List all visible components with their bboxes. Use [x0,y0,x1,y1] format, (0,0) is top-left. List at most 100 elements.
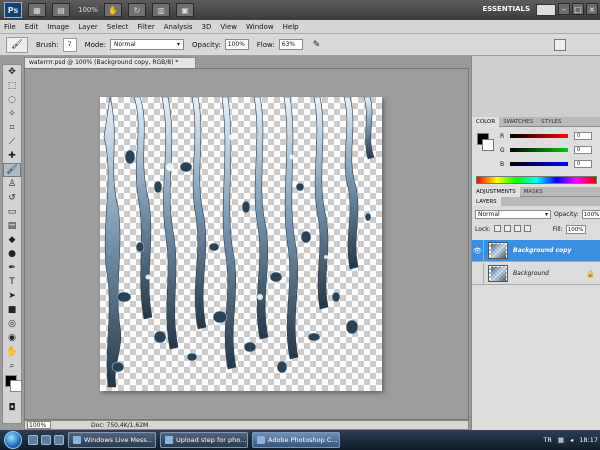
hand-tool-icon[interactable]: ✋ [3,345,21,359]
type-tool-icon[interactable]: T [3,275,21,289]
tab-masks[interactable]: MASKS [520,187,547,197]
background-color-swatch[interactable] [10,380,22,392]
tab-adjustments[interactable]: ADJUSTMENTS [472,186,520,197]
green-value-input[interactable]: 0 [574,146,592,154]
taskbar-button-label: Upload step for pho... [176,436,247,444]
language-indicator[interactable]: TR [543,436,552,444]
brush-panel-toggle[interactable] [554,39,566,51]
opacity-input[interactable]: 100% [224,39,249,50]
tool-preset-picker[interactable]: 🖌 [6,36,28,53]
blue-channel-label: B [500,160,505,168]
menu-edit[interactable]: Edit [25,23,39,31]
show-desktop-icon[interactable] [28,435,38,445]
arrange-documents-icon[interactable]: ▥ [152,3,171,17]
workspace-switcher[interactable]: ESSENTIALS [483,5,531,13]
flow-input[interactable]: 63% [278,39,303,50]
eye-icon[interactable]: 👁 [472,239,484,262]
lock-pixels-icon[interactable] [503,225,511,232]
marquee-tool-icon[interactable]: ⬚ [3,79,21,93]
red-slider[interactable] [510,134,568,138]
dodge-tool-icon[interactable]: ● [3,247,21,261]
menu-filter[interactable]: Filter [137,23,154,31]
menu-analysis[interactable]: Analysis [164,23,193,31]
layer-row-background[interactable]: Background 🔒 [472,262,600,285]
eyedropper-tool-icon[interactable]: ⟋ [3,135,21,149]
history-brush-tool-icon[interactable]: ↺ [3,191,21,205]
mode-select[interactable]: Normal ▾ [110,39,184,50]
hand-icon[interactable]: ✋ [104,3,123,17]
brush-picker[interactable]: 7 [62,37,77,52]
blur-tool-icon[interactable]: ◆ [3,233,21,247]
taskbar-button-messenger[interactable]: Windows Live Mess... [68,432,156,448]
status-zoom-input[interactable]: 100% [27,421,51,429]
taskbar-button-photoshop[interactable]: Adobe Photoshop C... [252,432,340,448]
zoom-tool-icon[interactable]: ⌕ [3,359,21,373]
tab-swatches[interactable]: SWATCHES [499,117,537,127]
blue-slider[interactable] [510,162,568,166]
menu-window[interactable]: Window [246,23,274,31]
layer-row-background-copy[interactable]: 👁 Background copy [472,239,600,262]
menu-layer[interactable]: Layer [78,23,98,31]
rotate-view-icon[interactable]: ↻ [128,3,147,17]
brush-tool-icon[interactable]: 🖌 [3,163,21,177]
tab-layers[interactable]: LAYERS [472,196,501,207]
red-value-input[interactable]: 0 [574,132,592,140]
pen-tool-icon[interactable]: ✒ [3,261,21,275]
color-background-swatch[interactable] [482,139,494,151]
quick-mask-icon[interactable]: ◘ [3,401,21,415]
layer-opacity-input[interactable]: 100% [581,210,600,219]
menu-file[interactable]: File [4,23,16,31]
crop-tool-icon[interactable]: ⌗ [3,121,21,135]
clock[interactable]: 18:17 [579,436,598,444]
zoom-level[interactable]: 100% [78,6,98,14]
view-extras-icon[interactable]: ▤ [52,3,70,17]
color-spectrum[interactable] [476,176,597,184]
move-tool-icon[interactable]: ✥ [3,65,21,79]
green-slider[interactable] [510,148,568,152]
tab-color[interactable]: COLOR [472,116,500,127]
bridge-icon[interactable]: ▦ [28,3,46,17]
menu-select[interactable]: Select [107,23,129,31]
clone-stamp-tool-icon[interactable]: ♙ [3,177,21,191]
screen-mode-icon[interactable]: ▣ [176,3,195,17]
path-select-tool-icon[interactable]: ➤ [3,289,21,303]
visibility-off-icon[interactable] [472,262,484,285]
healing-brush-tool-icon[interactable]: ✚ [3,149,21,163]
toolbox: ✥ ⬚ ◌ ✧ ⌗ ⟋ ✚ 🖌 ♙ ↺ ▭ ▤ ◆ ● ✒ T ➤ ■ ◎ ◉ … [2,64,22,424]
lock-transparent-icon[interactable] [493,225,501,232]
fill-input[interactable]: 100% [565,225,586,234]
maximize-button[interactable]: □ [572,3,584,15]
3d-orbit-tool-icon[interactable]: ◉ [3,331,21,345]
color-swatches [3,373,22,401]
menu-3d[interactable]: 3D [202,23,212,31]
menu-view[interactable]: View [220,23,237,31]
blue-value-input[interactable]: 0 [574,160,592,168]
eraser-tool-icon[interactable]: ▭ [3,205,21,219]
lasso-tool-icon[interactable]: ◌ [3,93,21,107]
start-button[interactable] [4,431,22,449]
airbrush-icon[interactable]: ✎ [313,40,321,50]
document-tab[interactable]: waterrrr.psd @ 100% (Background copy, RG… [24,57,196,68]
lock-all-icon[interactable] [523,225,531,232]
gradient-tool-icon[interactable]: ▤ [3,219,21,233]
network-icon[interactable]: ▦ [558,436,564,444]
menu-image[interactable]: Image [47,23,69,31]
shape-tool-icon[interactable]: ■ [3,303,21,317]
3d-rotate-tool-icon[interactable]: ◎ [3,317,21,331]
browser-icon[interactable] [41,435,51,445]
menu-help[interactable]: Help [283,23,299,31]
color-panel: R 0 G 0 B 0 [472,127,600,187]
lock-position-icon[interactable] [513,225,521,232]
document-size-info[interactable]: Doc: 750,4K/1,62M [91,422,148,429]
volume-icon[interactable]: ◂ [570,436,573,444]
close-button[interactable]: × [586,3,598,15]
tab-styles[interactable]: STYLES [537,117,565,127]
minimize-button[interactable]: – [558,3,570,15]
cs-live-button[interactable] [536,4,556,16]
taskbar-button-browser[interactable]: Upload step for pho... [160,432,248,448]
media-player-icon[interactable] [54,435,64,445]
image-canvas[interactable] [100,97,382,391]
blend-mode-select[interactable]: Normal ▾ [475,210,551,219]
quick-select-tool-icon[interactable]: ✧ [3,107,21,121]
windows-taskbar: Windows Live Mess... Upload step for pho… [0,430,600,450]
